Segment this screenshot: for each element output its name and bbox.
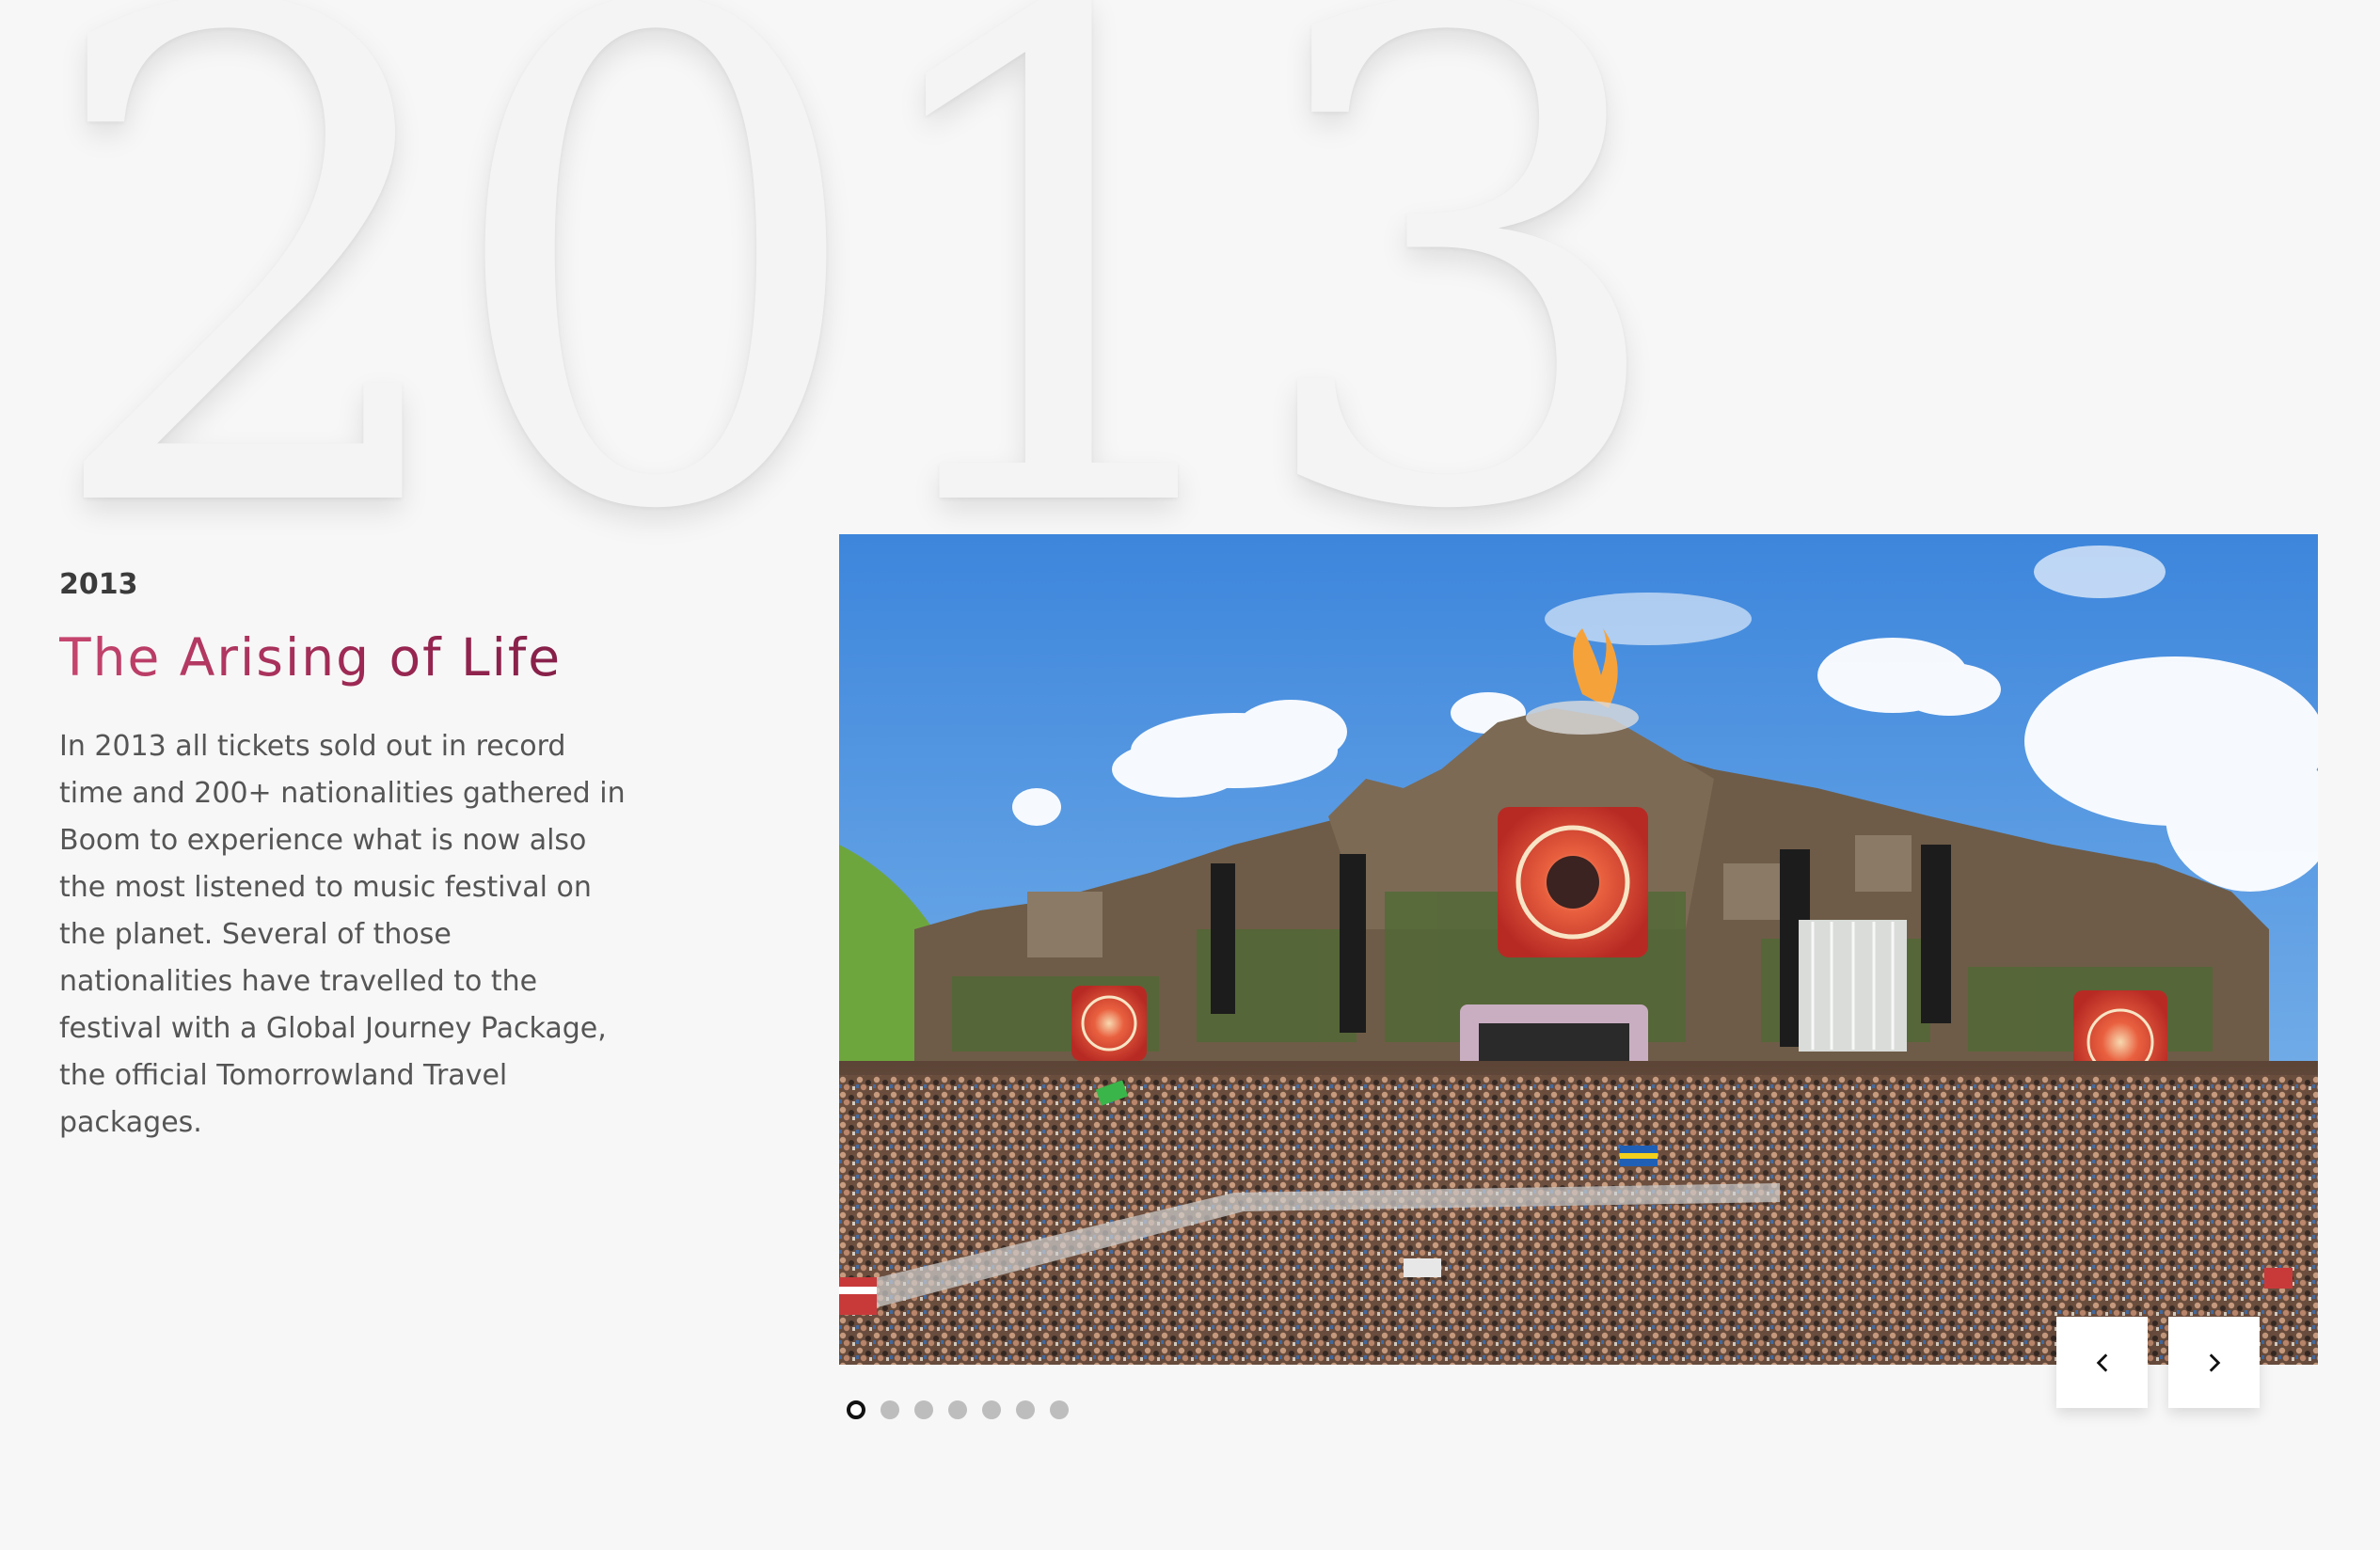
slide-dot-4[interactable] — [948, 1400, 967, 1419]
year-watermark: 2013 — [38, 0, 1676, 657]
slide-dot-5[interactable] — [982, 1400, 1001, 1419]
slider-pagination — [847, 1400, 1069, 1419]
slide-dot-3[interactable] — [914, 1400, 933, 1419]
slider-image — [839, 534, 2318, 1365]
next-slide-button[interactable] — [2168, 1317, 2260, 1408]
chevron-left-icon — [2096, 1352, 2107, 1372]
chevron-right-icon — [2209, 1352, 2220, 1372]
slide-dot-6[interactable] — [1016, 1400, 1035, 1419]
slide-dot-7[interactable] — [1050, 1400, 1069, 1419]
body-text: In 2013 all tickets sold out in record t… — [59, 730, 626, 1139]
headline: The Arising of Life — [59, 627, 633, 688]
slide-dot-1[interactable] — [847, 1400, 865, 1419]
timeline-copy: 2013 The Arising of Life In 2013 all tic… — [59, 568, 633, 1147]
timeline-section: 2013 2013 The Arising of Life In 2013 al… — [0, 0, 2380, 1550]
slide-dot-2[interactable] — [881, 1400, 899, 1419]
year-label: 2013 — [59, 568, 138, 601]
festival-stage-illustration — [839, 534, 2318, 1365]
previous-slide-button[interactable] — [2056, 1317, 2148, 1408]
